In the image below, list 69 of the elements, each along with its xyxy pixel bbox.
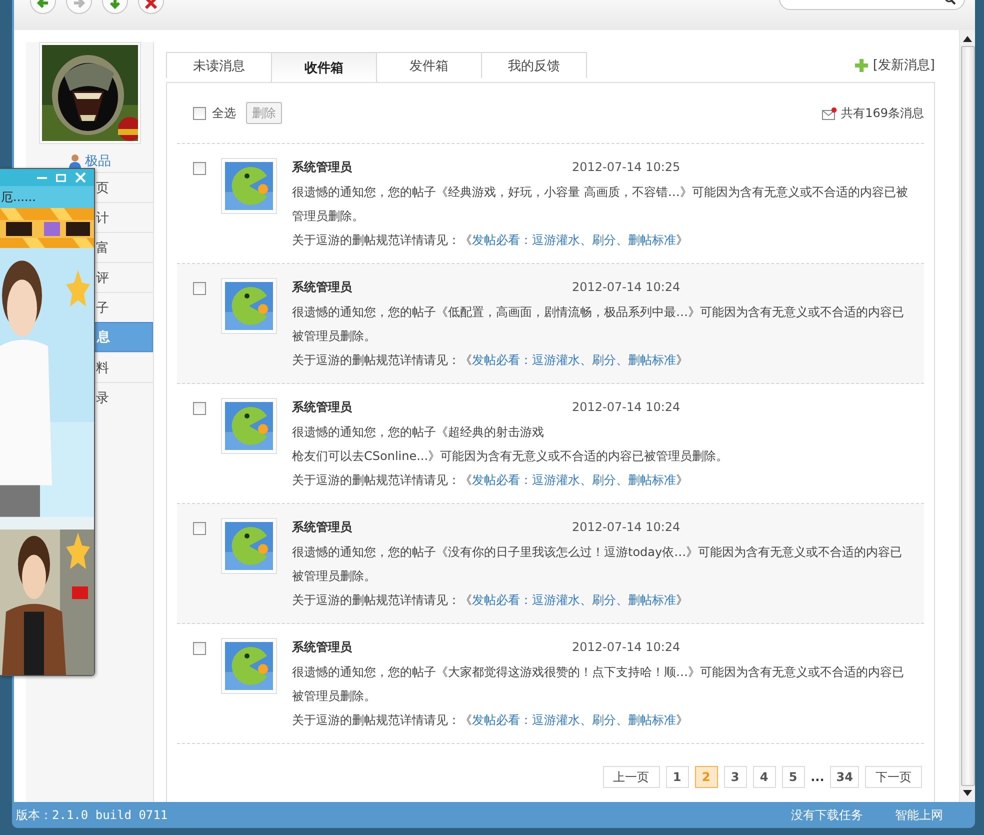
rules-link[interactable]: 发帖必看：逗游灌水、刷分、删帖标准 <box>472 353 676 367</box>
message-time: 2012-07-14 10:24 <box>572 399 680 416</box>
pacman-icon <box>225 282 273 330</box>
message-time: 2012-07-14 10:24 <box>572 519 680 536</box>
message-text: 很遗憾的通知您，您的帖子《没有你的日子里我该怎么过！逗游today依…》可能因为含有无意义或不合适的内容已被管理员删除。 <box>292 544 904 585</box>
sender-name: 系统管理员 <box>292 639 353 656</box>
pacman-icon <box>225 162 273 210</box>
pacman-icon <box>225 642 273 690</box>
policy-note: 关于逗游的删帖规范详情请见：《发帖必看：逗游灌水、刷分、删帖标准》 <box>292 712 689 729</box>
next-page-button[interactable]: 下一页 <box>865 766 922 788</box>
message-checkbox[interactable] <box>193 402 206 415</box>
new-message-link[interactable]: [发新消息] <box>872 56 935 74</box>
select-all-checkbox[interactable] <box>193 106 206 120</box>
message-time: 2012-07-14 10:24 <box>572 279 680 296</box>
sender-name: 系统管理员 <box>292 279 353 296</box>
tab[interactable]: 未读消息 <box>166 52 272 78</box>
message-checkbox[interactable] <box>193 162 206 175</box>
message-text: 很遗憾的通知您，您的帖子《大家都觉得这游戏很赞的！点下支持哈！顺…》可能因为含有无意义或不合适的内容已被管理员删除。 <box>292 664 905 705</box>
policy-note: 关于逗游的删帖规范详情请见：《发帖必看：逗游灌水、刷分、删帖标准》 <box>292 592 689 609</box>
plus-icon <box>854 58 868 72</box>
username-link[interactable]: 极品 <box>85 152 111 170</box>
message-text: 很遗憾的通知您，您的帖子《低配置，高画面，剧情流畅，极品系列中最…》可能因为含有无意义或不合适的内容已被管理员删除。 <box>292 304 905 345</box>
right-arrow-icon <box>72 0 86 10</box>
scrollbar[interactable] <box>959 30 975 802</box>
cross-icon <box>144 0 158 10</box>
maximize-icon <box>56 172 66 182</box>
down-arrow-icon <box>963 790 972 796</box>
page-button[interactable]: 34 <box>830 766 859 788</box>
scroll-thumb[interactable] <box>960 46 974 786</box>
down-arrow-icon <box>108 0 122 10</box>
envelope-icon <box>822 106 838 120</box>
page-button[interactable]: 4 <box>752 766 776 788</box>
message-count: 共有169条消息 <box>841 104 924 122</box>
rules-link[interactable]: 发帖必看：逗游灌水、刷分、删帖标准 <box>472 593 676 607</box>
pacman-icon <box>225 402 273 450</box>
left-arrow-icon <box>36 0 50 10</box>
message-time: 2012-07-14 10:24 <box>572 639 680 656</box>
message-text: 很遗憾的通知您，您的帖子《超经典的射击游戏 <box>292 424 545 441</box>
policy-note: 关于逗游的删帖规范详情请见：《发帖必看：逗游灌水、刷分、删帖标准》 <box>292 472 689 489</box>
version-text: 版本：2.1.0 build 0711 <box>16 806 169 824</box>
message-checkbox[interactable] <box>193 642 206 655</box>
sender-name: 系统管理员 <box>292 399 353 416</box>
close-button[interactable] <box>75 172 86 183</box>
ticker-text: 厄...... <box>0 186 94 208</box>
page-ellipsis: ... <box>810 770 824 784</box>
tab[interactable]: 我的反馈 <box>481 52 587 78</box>
message-checkbox[interactable] <box>193 282 206 295</box>
page-button[interactable]: 1 <box>666 766 689 788</box>
pacman-icon <box>225 522 273 570</box>
select-all-label: 全选 <box>212 104 236 122</box>
person-icon <box>68 154 82 168</box>
rules-link[interactable]: 发帖必看：逗游灌水、刷分、删帖标准 <box>472 233 676 247</box>
policy-note: 关于逗游的删帖规范详情请见：《发帖必看：逗游灌水、刷分、删帖标准》 <box>292 232 689 249</box>
rules-link[interactable]: 发帖必看：逗游灌水、刷分、删帖标准 <box>472 713 676 727</box>
message-checkbox[interactable] <box>193 522 206 535</box>
close-icon <box>75 172 86 183</box>
rules-link[interactable]: 发帖必看：逗游灌水、刷分、删帖标准 <box>472 473 676 487</box>
up-arrow-icon <box>963 36 972 42</box>
message-text: 枪友们可以去CSonline...》可能因为含有无意义或不合适的内容已被管理员删除。 <box>292 448 730 465</box>
sender-name: 系统管理员 <box>292 159 353 176</box>
page-button[interactable]: 3 <box>724 766 747 788</box>
policy-note: 关于逗游的删帖规范详情请见：《发帖必看：逗游灌水、刷分、删帖标准》 <box>292 352 689 369</box>
tab[interactable]: 收件箱 <box>271 52 377 82</box>
previous-page-button[interactable]: 上一页 <box>602 766 660 788</box>
message-text: 很遗憾的通知您，您的帖子《经典游戏，好玩，小容量 高画质，不容错…》可能因为含有无意义或不合适的内容已被管理员删除。 <box>292 184 909 225</box>
sender-name: 系统管理员 <box>292 519 353 536</box>
message-time: 2012-07-14 10:25 <box>572 159 680 176</box>
page-button[interactable]: 5 <box>782 766 805 788</box>
maximize-button[interactable] <box>56 172 66 182</box>
